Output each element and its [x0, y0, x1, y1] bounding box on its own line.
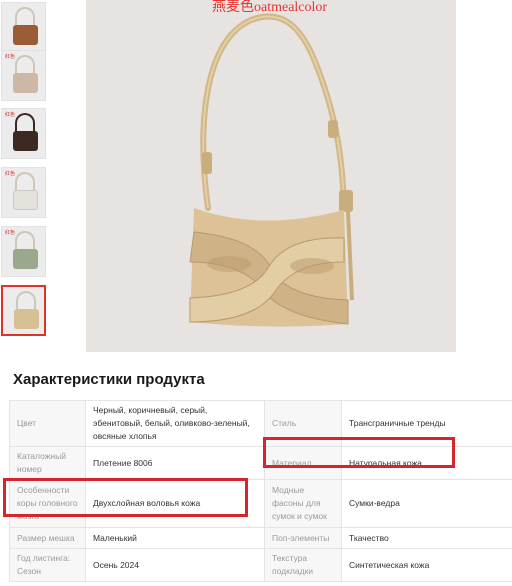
- spec-value: Синтетическая кожа: [341, 548, 512, 582]
- thumbnail-tag: 红色: [5, 112, 16, 118]
- table-row: Размер мешка Маленький Поп-элементы Ткач…: [9, 527, 512, 549]
- strap-buckle: [202, 152, 212, 174]
- spec-key: Текстура подкладки: [264, 548, 342, 582]
- weave-gap: [290, 258, 334, 274]
- weave-gap: [207, 256, 251, 272]
- spec-value: Плетение 8006: [85, 446, 265, 480]
- strap-buckle: [328, 120, 338, 138]
- thumbnail-oatmeal[interactable]: [1, 285, 46, 336]
- spec-value: Двухслойная воловья кожа: [85, 479, 265, 528]
- spec-value: Ткачество: [341, 527, 512, 549]
- thumbnail-white[interactable]: 红色: [1, 167, 46, 218]
- spec-key: Особенности коры головного мозга: [9, 479, 86, 528]
- handbag-illustration: [189, 13, 354, 327]
- thumbnail-brown[interactable]: [1, 2, 46, 53]
- strap-buckle: [339, 190, 353, 212]
- spec-key: Размер мешка: [9, 527, 86, 549]
- spec-key: Цвет: [9, 400, 86, 447]
- bag-shape: [14, 309, 39, 329]
- thumbnail-black[interactable]: 红色: [1, 108, 46, 159]
- spec-value: Натуральная кожа: [341, 446, 512, 480]
- color-label: 燕麦色oatmealcolor: [212, 0, 328, 15]
- table-row: Особенности коры головного мозга Двухсло…: [9, 479, 512, 528]
- table-row: Год листинга: Сезон Осень 2024 Текстура …: [9, 548, 512, 582]
- thumbnail-tag: 红色: [5, 230, 16, 236]
- spec-value: Осень 2024: [85, 548, 265, 582]
- spec-value: Черный, коричневый, серый, эбенитовый, б…: [85, 400, 265, 447]
- spec-key: Год листинга: Сезон: [9, 548, 86, 582]
- section-title: Характеристики продукта: [13, 371, 205, 388]
- bag-shape: [13, 25, 38, 45]
- bag-shape: [13, 73, 38, 93]
- thumbnail-tag: 红色: [5, 54, 16, 60]
- thumbnail-grey[interactable]: 红色: [1, 50, 46, 101]
- spec-key: Стиль: [264, 400, 342, 447]
- spec-value: Трансграничные тренды: [341, 400, 512, 447]
- spec-key: Материал: [264, 446, 342, 480]
- strap-tail: [346, 211, 354, 301]
- table-row: Цвет Черный, коричневый, серый, эбенитов…: [9, 400, 512, 447]
- spec-key: Каталожный номер: [9, 446, 86, 480]
- spec-value: Сумки-ведра: [341, 479, 512, 528]
- bag-shape: [13, 131, 38, 151]
- table-row: Каталожный номер Плетение 8006 Материал …: [9, 446, 512, 480]
- bag-shape: [13, 190, 38, 210]
- bag-strap-highlight: [202, 15, 345, 209]
- spec-key: Модные фасоны для сумок и сумок: [264, 479, 342, 528]
- bag-shape: [13, 249, 38, 269]
- thumbnail-tag: 红色: [5, 171, 16, 177]
- thumbnail-olive[interactable]: 红色: [1, 226, 46, 277]
- spec-value: Маленький: [85, 527, 265, 549]
- spec-key: Поп-элементы: [264, 527, 342, 549]
- product-spec-table: Цвет Черный, коричневый, серый, эбенитов…: [9, 400, 512, 582]
